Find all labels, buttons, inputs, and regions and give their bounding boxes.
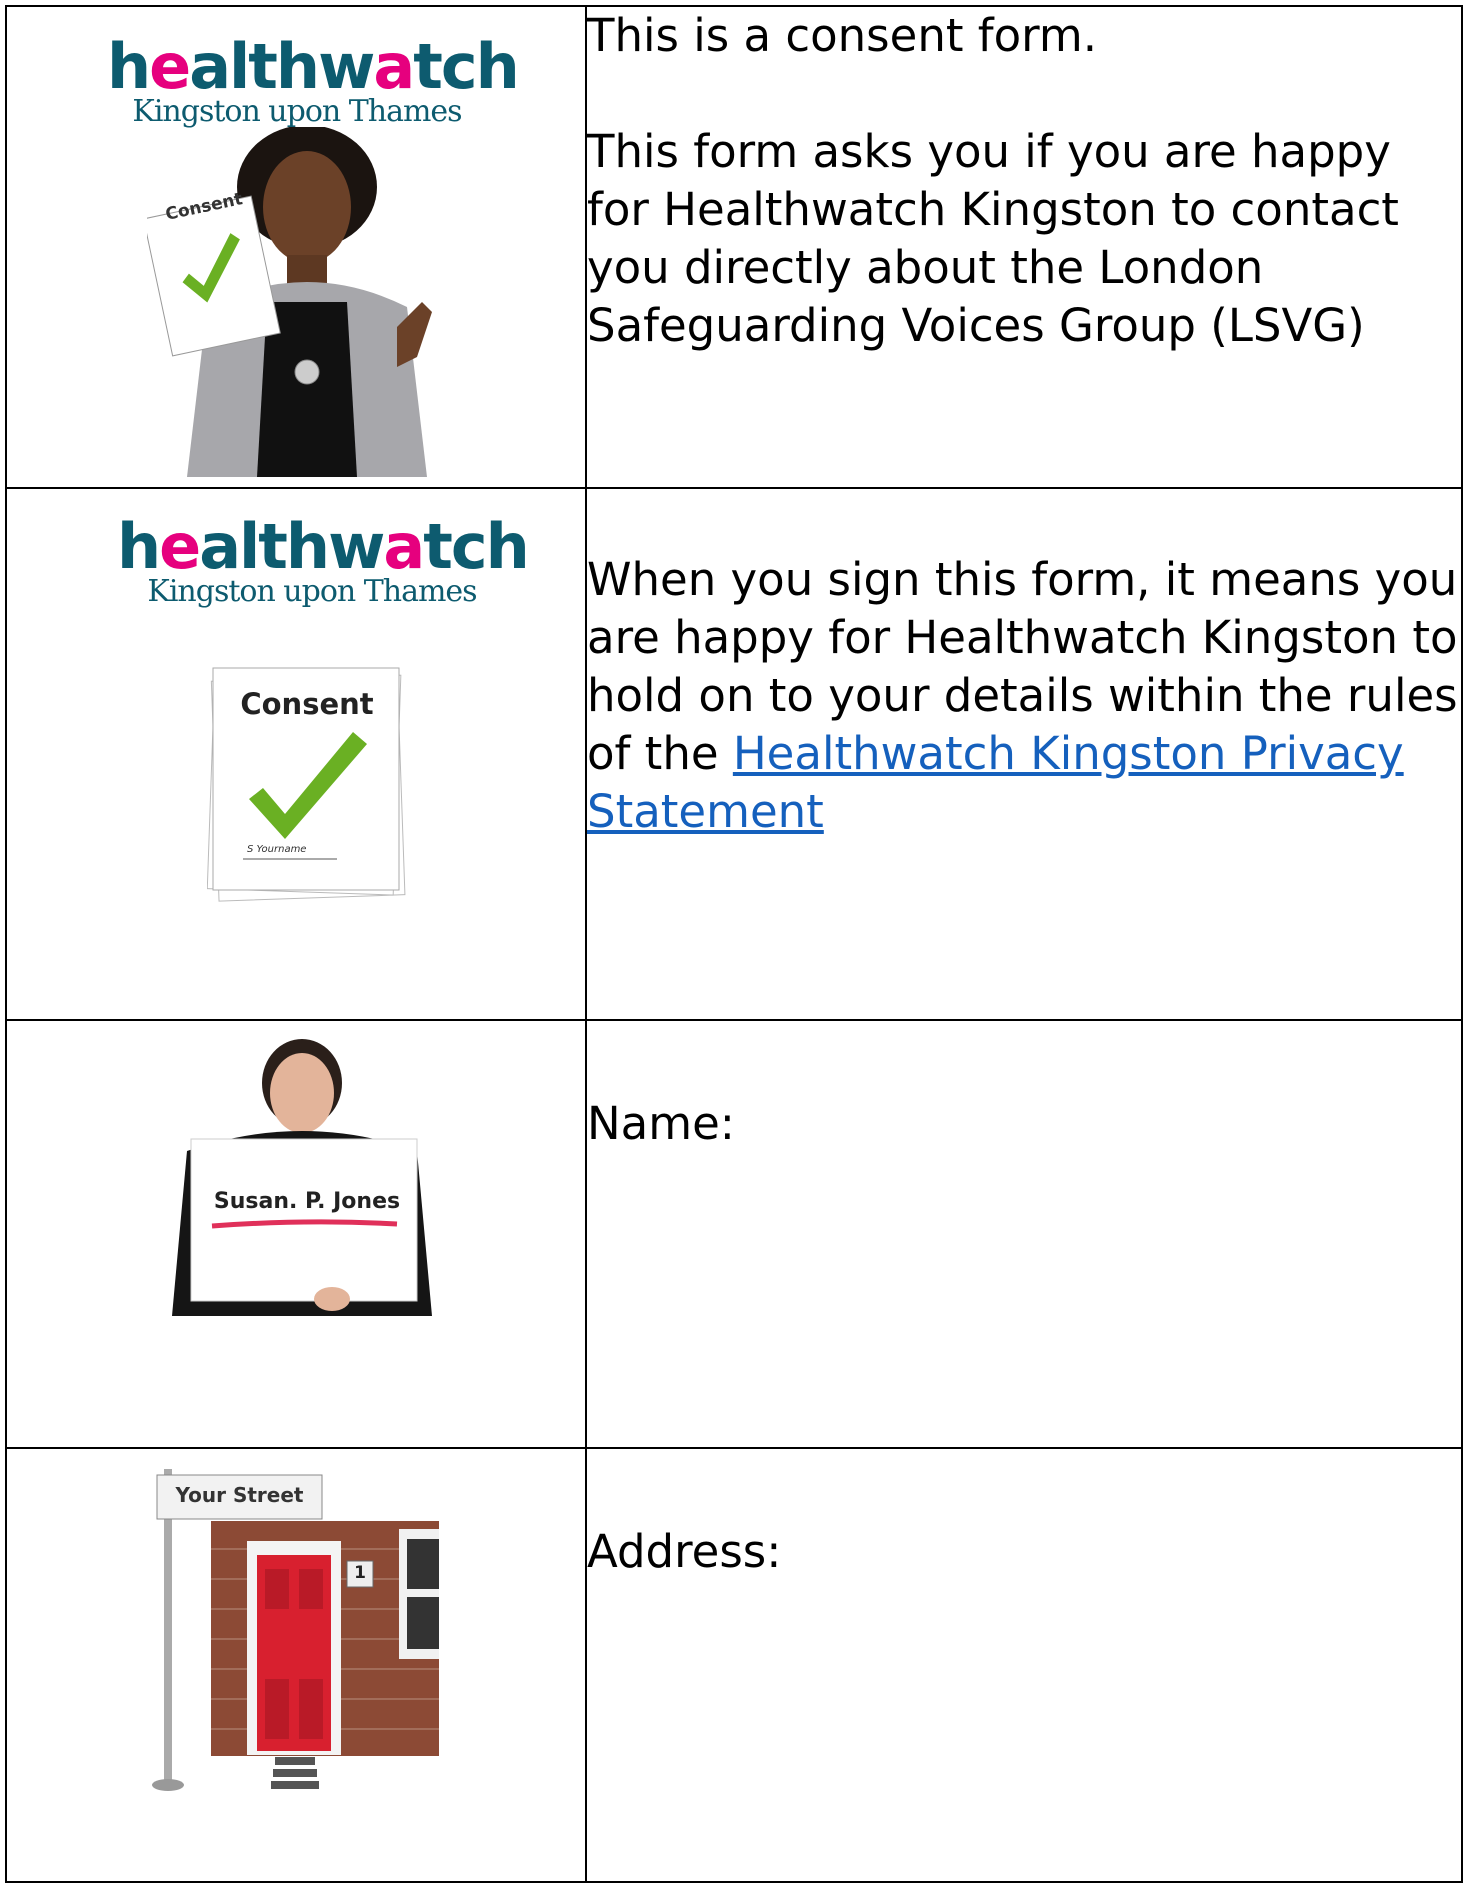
house-number: 1 bbox=[354, 1563, 366, 1583]
text-cell: This is a consent form. This form asks y… bbox=[585, 5, 1463, 489]
image-cell: Your Street 1 bbox=[5, 1447, 587, 1883]
signature-text: S Yourname bbox=[247, 844, 307, 855]
name-label: Name: bbox=[587, 1097, 735, 1150]
house-address-icon bbox=[152, 1469, 439, 1791]
consent-document-label: Consent bbox=[240, 687, 374, 721]
table-row: healthwatch Kingston upon Thames Consent… bbox=[5, 487, 1463, 1021]
image-cell: Susan. P. Jones bbox=[5, 1019, 587, 1449]
consent-paragraph: When you sign this form, it means you ar… bbox=[587, 553, 1458, 838]
address-label: Address: bbox=[587, 1525, 782, 1578]
image-cell: healthwatch Kingston upon Thames Consent… bbox=[5, 487, 587, 1021]
person-holding-name-sign-icon bbox=[172, 1039, 432, 1316]
healthwatch-logo: healthwatch Kingston upon Thames bbox=[107, 30, 520, 129]
name-sign-text: Susan. P. Jones bbox=[213, 1189, 401, 1214]
intro-paragraph: This is a consent form. bbox=[587, 9, 1098, 62]
table-row: Your Street 1 Address: bbox=[5, 1447, 1463, 1883]
table-row: healthwatch Kingston upon Thames Consent… bbox=[5, 5, 1463, 489]
text-cell: Name: bbox=[585, 1019, 1463, 1449]
image-cell: healthwatch Kingston upon Thames Consent bbox=[5, 5, 587, 489]
consent-form-table: healthwatch Kingston upon Thames Consent… bbox=[5, 5, 1463, 1883]
purpose-paragraph: This form asks you if you are happy for … bbox=[587, 125, 1399, 352]
text-cell: When you sign this form, it means you ar… bbox=[585, 487, 1463, 1021]
street-sign-text: Your Street bbox=[175, 1483, 304, 1507]
table-row: Susan. P. Jones Name: bbox=[5, 1019, 1463, 1449]
healthwatch-logo: healthwatch Kingston upon Thames bbox=[117, 510, 530, 609]
person-holding-consent-icon bbox=[147, 127, 432, 477]
text-cell: Address: bbox=[585, 1447, 1463, 1883]
